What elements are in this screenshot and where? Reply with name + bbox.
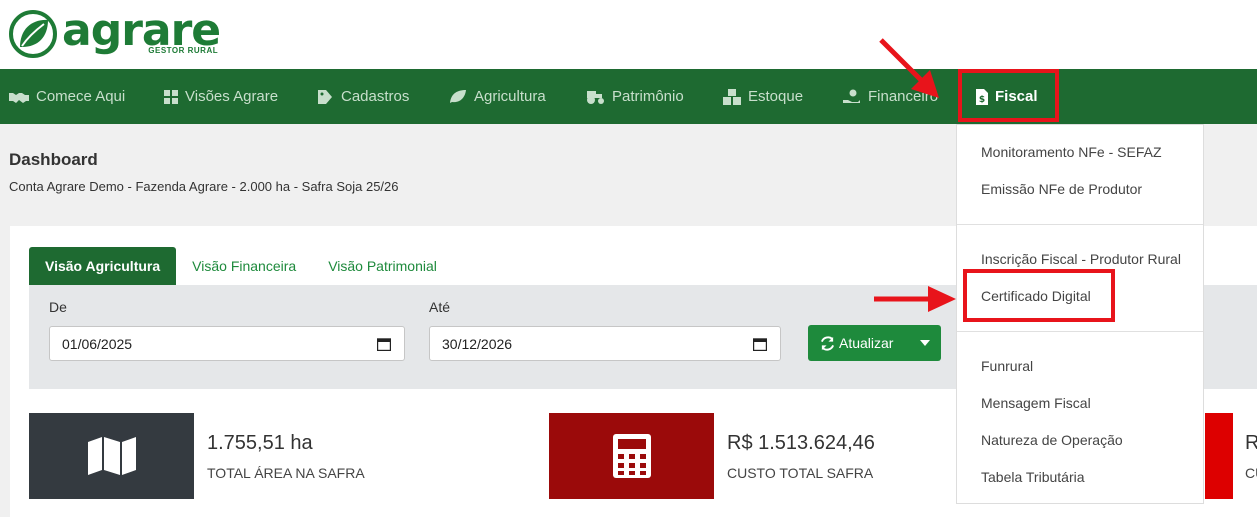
stat-label: CUSTO TOTAL SAFRA [727, 465, 874, 481]
from-label: De [49, 299, 67, 315]
handshake-icon [9, 92, 29, 103]
logo-tagline: GESTOR RURAL [148, 46, 219, 55]
page-title: Dashboard [9, 150, 98, 169]
nav-label: Patrimônio [612, 88, 684, 105]
menu-item-monitoramento-nfe[interactable]: Monitoramento NFe - SEFAZ [981, 144, 1162, 160]
nav-label: Cadastros [341, 88, 410, 105]
to-date-value: 30/12/2026 [442, 335, 513, 352]
dashboard-tabs: Visão Agricultura Visão Financeira Visão… [29, 247, 453, 285]
menu-divider [957, 224, 1203, 225]
nav-label: Comece Aqui [36, 88, 126, 105]
nav-cadastros[interactable]: Cadastros [318, 69, 409, 124]
menu-item-mensagem-fiscal[interactable]: Mensagem Fiscal [981, 395, 1091, 411]
stat-icon-box [549, 413, 714, 499]
grid-icon [164, 89, 178, 104]
nav-agricultura[interactable]: Agricultura [449, 69, 546, 124]
hand-money-icon [843, 89, 860, 103]
caret-down-icon [919, 340, 930, 346]
menu-item-inscricao-fiscal[interactable]: Inscrição Fiscal - Produtor Rural [981, 251, 1181, 267]
stat-value: R$ 1.513.624,46 [727, 432, 875, 454]
menu-item-funrural[interactable]: Funrural [981, 358, 1033, 374]
stat-label: TOTAL ÁREA NA SAFRA [207, 465, 365, 481]
update-button[interactable]: Atualizar [808, 325, 908, 361]
from-date-input[interactable]: 01/06/2025 [49, 326, 405, 361]
annotation-arrow-icon [874, 286, 956, 312]
stat-value: R [1245, 432, 1257, 454]
tab-visao-financeira[interactable]: Visão Financeira [176, 247, 312, 285]
tractor-icon [587, 90, 604, 104]
nav-label: Agricultura [474, 88, 546, 105]
annotation-arrow-icon [879, 38, 939, 98]
tab-visao-agricultura[interactable]: Visão Agricultura [29, 247, 177, 285]
nav-comece-aqui[interactable]: Comece Aqui [9, 69, 125, 124]
calculator-icon [612, 434, 651, 478]
refresh-icon [820, 335, 835, 351]
from-date-value: 01/06/2025 [62, 335, 133, 352]
update-label: Atualizar [839, 335, 894, 351]
logo-text: agrare GESTOR RURAL [62, 9, 221, 56]
tab-visao-patrimonial[interactable]: Visão Patrimonial [312, 247, 453, 285]
nav-patrimonio[interactable]: Patrimônio [585, 69, 684, 124]
top-header: agrare GESTOR RURAL [0, 0, 1257, 69]
agrare-logo[interactable]: agrare GESTOR RURAL [8, 9, 221, 59]
fiscal-highlight-box [958, 69, 1059, 122]
main-navbar: Comece Aqui Visões Agrare Cadastros Agri… [0, 69, 1257, 124]
menu-divider [957, 331, 1203, 332]
nav-visoes-agrare[interactable]: Visões Agrare [164, 69, 278, 124]
tag-icon [318, 89, 332, 104]
page-subtitle: Conta Agrare Demo - Fazenda Agrare - 2.0… [9, 179, 399, 194]
stat-value: 1.755,51 ha [207, 432, 313, 454]
stat-icon-box [29, 413, 194, 499]
nav-label: Estoque [748, 88, 804, 105]
menu-item-natureza-operacao[interactable]: Natureza de Operação [981, 432, 1123, 448]
leaf-icon [450, 90, 466, 103]
stat-icon-box [1205, 413, 1233, 499]
nav-estoque[interactable]: Estoque [723, 69, 803, 124]
boxes-icon [723, 88, 741, 105]
to-label: Até [429, 299, 451, 315]
stat-partial: R CU [1205, 413, 1257, 499]
map-icon [87, 437, 136, 475]
update-button-group: Atualizar [808, 325, 941, 361]
nav-label: Visões Agrare [185, 88, 279, 105]
stat-total-area: 1.755,51 ha TOTAL ÁREA NA SAFRA [29, 413, 526, 499]
update-dropdown-toggle[interactable] [908, 325, 941, 361]
to-date-input[interactable]: 30/12/2026 [429, 326, 781, 361]
menu-item-emissao-nfe[interactable]: Emissão NFe de Produtor [981, 181, 1142, 197]
menu-item-tabela-tributaria[interactable]: Tabela Tributária [981, 469, 1085, 485]
stat-label: CU [1245, 465, 1257, 481]
certificado-highlight-box [963, 269, 1115, 322]
calendar-icon[interactable] [753, 337, 767, 351]
calendar-icon[interactable] [377, 337, 391, 351]
leaf-logo-icon [9, 10, 57, 58]
